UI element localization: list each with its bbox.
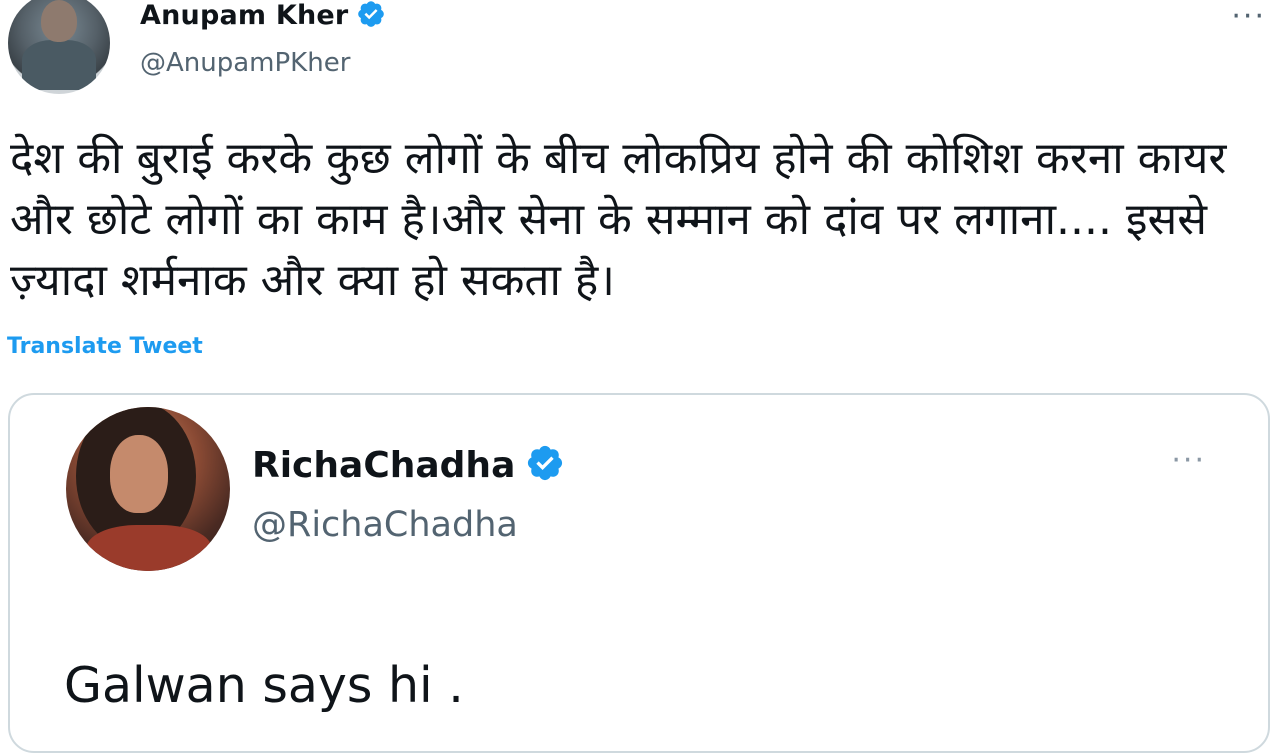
avatar-figure-face: [110, 435, 168, 513]
quoted-author-name[interactable]: RichaChadha: [252, 445, 515, 486]
translate-tweet-link[interactable]: Translate Tweet: [7, 334, 203, 359]
author-name[interactable]: Anupam Kher: [140, 0, 348, 31]
quoted-author-avatar[interactable]: [66, 407, 230, 571]
quoted-author-handle[interactable]: @RichaChadha: [252, 505, 518, 545]
quoted-tweet-text: Galwan says hi .: [64, 657, 464, 714]
author-name-row[interactable]: Anupam Kher: [140, 0, 386, 32]
author-handle[interactable]: @AnupamPKher: [140, 48, 350, 78]
quoted-more-options-icon[interactable]: ···: [1171, 443, 1206, 478]
quoted-author-name-row[interactable]: RichaChadha: [252, 445, 565, 487]
tweet-text: देश की बुराई करके कुछ लोगों के बीच लोकप्…: [10, 133, 1227, 306]
avatar-figure-dress: [86, 525, 212, 571]
avatar-figure-body: [22, 40, 96, 90]
verified-icon: [356, 0, 386, 29]
avatar-figure-face: [41, 0, 77, 42]
verified-icon: [525, 443, 565, 483]
more-options-icon[interactable]: ···: [1231, 2, 1266, 32]
quoted-tweet-card[interactable]: RichaChadha @RichaChadha ··· Galwan says…: [8, 393, 1270, 753]
author-avatar[interactable]: [8, 0, 110, 94]
